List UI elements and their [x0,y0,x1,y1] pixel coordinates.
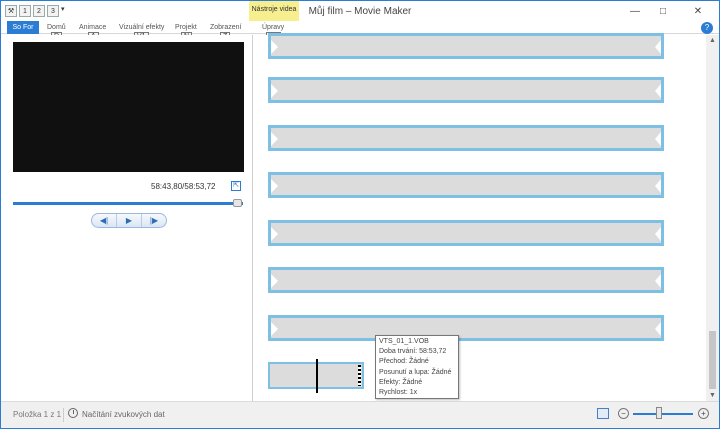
tooltip-effects: Efekty: Žádné [379,378,423,386]
tooltip-pan-zoom: Posunutí a lupa: Žádné [379,368,452,376]
tab-home[interactable]: Domů [47,24,66,31]
tab-edit[interactable]: Úpravy [262,24,284,31]
clip-end-trim-handle[interactable] [358,365,361,386]
tab-view[interactable]: Zobrazení [210,24,242,31]
scroll-up-icon[interactable]: ▲ [709,37,716,44]
clip-start-marker [271,227,278,241]
title-bar: ⚒ 1 2 3 ▾ Nástroje videa Můj film – Movi… [1,1,719,23]
clip-end-marker [655,274,661,288]
movie-maker-window: ⚒ 1 2 3 ▾ Nástroje videa Můj film – Movi… [0,0,720,429]
clip-end-marker [655,227,661,241]
clip-row[interactable] [268,315,664,341]
preview-pane: 58:43,80/58:53,72 ⇱ ◀| ▶ |▶ [1,35,253,401]
playhead[interactable] [316,359,318,393]
clip-row[interactable] [268,220,664,246]
status-bar: Položka 1 z 1 Načítání zvukových dat − + [1,401,719,428]
clip-start-marker [271,179,278,193]
loading-status: Načítání zvukových dat [82,410,165,419]
clip-end-marker [655,40,661,54]
playback-controls: ◀| ▶ |▶ [91,213,167,228]
zoom-slider[interactable] [633,413,693,415]
seek-bar[interactable] [13,202,243,205]
tab-file[interactable]: So For [7,21,39,34]
video-preview[interactable] [13,42,244,172]
maximize-button[interactable]: □ [649,1,677,21]
tooltip-filename: VTS_01_1.VOB [379,338,429,345]
clip-tooltip: VTS_01_1.VOB Doba trvání: 58:53,72 Přech… [375,335,459,399]
next-frame-button[interactable]: |▶ [141,214,166,227]
clock-icon [68,408,78,418]
clip-end-marker [655,84,661,98]
tab-project[interactable]: Projekt [175,24,197,31]
scrollbar-thumb[interactable] [709,331,716,389]
clip-start-marker [271,40,278,54]
clip-row[interactable] [268,77,664,103]
play-button[interactable]: ▶ [116,214,141,227]
zoom-out-button[interactable]: − [618,408,629,419]
window-controls: — □ ✕ [621,1,719,21]
clip-end-marker [655,132,661,146]
thumbnail-size-icon[interactable] [597,408,609,419]
clip-end-marker [655,179,661,193]
status-separator [63,408,64,422]
clip-row[interactable] [268,267,664,293]
clip-start-marker [271,132,278,146]
help-icon[interactable]: ? [701,22,713,34]
clip-start-marker [271,322,278,336]
window-title: Můj film – Movie Maker [308,6,412,17]
zoom-slider-thumb[interactable] [656,407,662,419]
item-count: Položka 1 z 1 [13,410,62,419]
tab-animations[interactable]: Animace [79,24,106,31]
seek-thumb[interactable] [233,199,242,207]
clip-start-marker [271,274,278,288]
timecode: 58:43,80/58:53,72 [151,182,216,191]
storyboard [254,33,706,401]
tooltip-duration: Doba trvání: 58:53,72 [379,348,447,356]
tooltip-speed: Rychlost: 1x [379,389,418,397]
clip-row[interactable] [268,125,664,151]
clip-row[interactable] [268,33,664,59]
previous-frame-button[interactable]: ◀| [92,214,116,227]
popout-preview-icon[interactable]: ⇱ [231,181,241,191]
minimize-button[interactable]: — [621,1,649,21]
tooltip-transition: Přechod: Žádné [379,358,429,366]
zoom-in-button[interactable]: + [698,408,709,419]
clip-row[interactable] [268,172,664,198]
scroll-down-icon[interactable]: ▼ [709,392,716,399]
clip-start-marker [271,84,278,98]
storyboard-scrollbar[interactable]: ▲ ▼ [706,35,719,401]
close-button[interactable]: ✕ [677,1,719,21]
tab-visual-effects[interactable]: Vizuální efekty [119,24,164,31]
clip-end-marker [655,322,661,336]
